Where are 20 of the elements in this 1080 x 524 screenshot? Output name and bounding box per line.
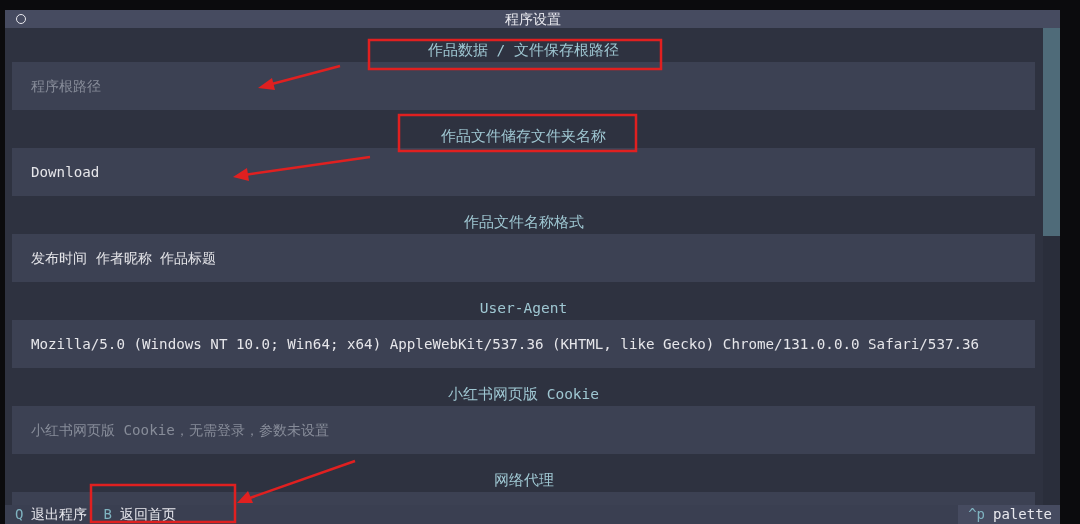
input-field[interactable]: 程序根路径 [12,62,1035,110]
shortcut-action[interactable]: 返回首页 [119,505,176,524]
field-label: 作品文件名称格式 [463,213,584,232]
shortcut-key[interactable]: ^p [968,505,985,524]
window-title: 程序设置 [504,10,561,28]
scrollbar-thumb[interactable] [1043,28,1060,236]
field-label: 作品文件储存文件夹名称 [441,127,606,146]
field-label: 小红书网页版 Cookie [447,385,600,404]
input-field[interactable]: Mozilla/5.0 (Windows NT 10.0; Win64; x64) AppleWebKit/537.36 (KHTML, like Gecko) Chrome/131.0.0.0 Safari/537.36 [12,320,1035,368]
scrollbar[interactable] [1043,28,1060,505]
input-field[interactable]: 小红书网页版 Cookie，无需登录，参数未设置 [12,406,1035,454]
field-label: User-Agent [479,299,568,318]
field-label: 作品数据 / 文件保存根路径 [427,41,620,60]
shortcut-action[interactable]: 退出程序 [31,505,88,524]
field-label: 网络代理 [493,471,554,490]
shortcut-key[interactable]: B [103,505,112,524]
input-field[interactable]: 发布时间 作者昵称 作品标题 [12,234,1035,282]
input-field[interactable]: Download [12,148,1035,196]
shortcut-key[interactable]: Q [15,505,24,524]
shortcut-action[interactable]: palette [993,505,1052,524]
